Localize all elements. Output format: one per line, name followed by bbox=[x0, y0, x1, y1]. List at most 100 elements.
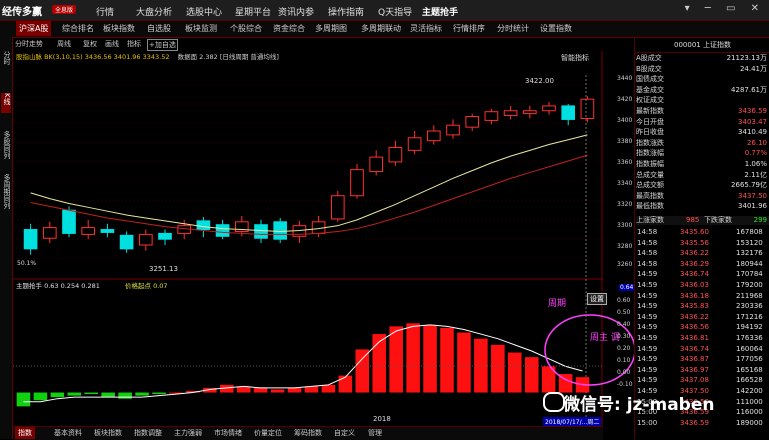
btab-3[interactable]: 指数调整 bbox=[131, 427, 165, 439]
tab-zonghe[interactable]: 综合排名 bbox=[59, 21, 97, 36]
indicator-bar bbox=[423, 324, 437, 393]
tick-price: 3436.74 bbox=[680, 270, 709, 279]
tick-row: 14:58 3435.56 153120 bbox=[636, 239, 769, 248]
candle bbox=[407, 137, 422, 151]
btab-5[interactable]: 市场情绪 bbox=[211, 427, 245, 439]
logo-badge: 全息版 bbox=[52, 5, 77, 14]
tick-vol: 165168 bbox=[736, 365, 763, 374]
quote-value: 24.41万 bbox=[739, 64, 767, 73]
tab-zijin[interactable]: 资金综合 bbox=[270, 21, 308, 36]
quote-row: 指数涨跌 26.10 bbox=[636, 139, 769, 148]
app-logo: 经传多赢 bbox=[2, 7, 42, 18]
tool-huaxian[interactable]: 画线 bbox=[105, 39, 119, 49]
tab-shezhi[interactable]: 设置指数 bbox=[537, 21, 575, 36]
wechat-icon bbox=[543, 392, 565, 412]
add-watchlist-button[interactable]: +加自选 bbox=[147, 39, 178, 51]
tick-time: 14:59 bbox=[637, 355, 658, 364]
tab-tongji[interactable]: 分时统计 bbox=[494, 21, 532, 36]
indicator-bar bbox=[372, 334, 387, 393]
btab-2[interactable]: 板块指数 bbox=[91, 427, 125, 439]
tool-fenshi[interactable]: 分时走势 bbox=[15, 39, 43, 49]
candle bbox=[446, 124, 460, 136]
side-duozhouqi[interactable]: 多周期同列 bbox=[1, 174, 11, 220]
btab-7[interactable]: 筹码指数 bbox=[291, 427, 325, 439]
indicator-bar bbox=[270, 389, 285, 393]
btab-4[interactable]: 主力强弱 bbox=[171, 427, 205, 439]
tick-row: 15:00 3436.59 189000 bbox=[636, 419, 769, 428]
tick-vol: 116000 bbox=[736, 408, 763, 417]
tick-vol: 167808 bbox=[736, 228, 763, 236]
menu-qtian[interactable]: Q天指导 bbox=[378, 5, 412, 18]
tab-duozhouqi[interactable]: 多周期图 bbox=[312, 21, 350, 36]
tab-gegu[interactable]: 个股综合 bbox=[227, 21, 265, 36]
kline-chart[interactable]: 3422.00 3251.13 智能指标 50.1% 主题抢手 0.63 0.2… bbox=[13, 51, 603, 426]
tab-linghuo[interactable]: 灵活指标 bbox=[407, 21, 445, 36]
ind-tick: 0.50 bbox=[617, 309, 631, 316]
tick-vol: 160064 bbox=[736, 344, 763, 353]
tick-vol: 171216 bbox=[736, 312, 763, 321]
tick-price: 3436.22 bbox=[680, 312, 709, 321]
ind-tick: -0.10 bbox=[617, 381, 633, 388]
quote-row: 今日开盘 3403.47 bbox=[636, 118, 769, 127]
btab-6[interactable]: 价量定位 bbox=[251, 427, 285, 439]
btab-9[interactable]: 管理 bbox=[365, 427, 385, 439]
quote-label: 指数涨幅 bbox=[636, 149, 664, 158]
tool-zhouxian[interactable]: 周线 bbox=[57, 39, 71, 49]
tool-fuquan[interactable]: 复权 bbox=[83, 39, 97, 49]
tab-liandong[interactable]: 多周期联动 bbox=[358, 21, 404, 36]
tick-vol: 179200 bbox=[736, 281, 763, 289]
quote-value: 1.06% bbox=[744, 160, 767, 168]
tick-price: 3436.03 bbox=[680, 281, 709, 289]
window-controls[interactable]: ▾ ─ ▭ ✕ bbox=[685, 3, 765, 14]
btab-0[interactable]: 指数 bbox=[15, 427, 35, 439]
menu-dapan[interactable]: 大盘分析 bbox=[136, 5, 172, 18]
btab-1[interactable]: 基本资料 bbox=[51, 427, 85, 439]
candle bbox=[350, 169, 364, 197]
down-label: 下跌家数 bbox=[704, 216, 732, 224]
tool-zhibiao[interactable]: 指标 bbox=[127, 39, 141, 49]
menu-caozuo[interactable]: 操作指南 bbox=[328, 5, 364, 18]
tick-vol: 194192 bbox=[736, 323, 763, 332]
menu-zixun[interactable]: 资讯内参 bbox=[278, 5, 314, 18]
quote-label: A股成交 bbox=[636, 54, 662, 62]
price-tick: 3380 bbox=[617, 138, 633, 145]
quote-label: 指数振幅 bbox=[636, 160, 664, 168]
tab-paixu[interactable]: 行情排序 bbox=[450, 21, 488, 36]
tab-jiance[interactable]: 板块监测 bbox=[182, 21, 220, 36]
quote-title: 000001 上证指数 bbox=[635, 38, 769, 53]
tick-vol: 189000 bbox=[736, 418, 763, 427]
chart-toolbar: 分时走势 周线 复权 画线 指标 +加自选 bbox=[13, 38, 603, 51]
quote-label: 今日开盘 bbox=[636, 117, 664, 126]
candle bbox=[81, 227, 96, 235]
quote-label: 最低指数 bbox=[636, 202, 664, 211]
indicator-bar bbox=[524, 357, 539, 393]
menu-hangqing[interactable]: 行情 bbox=[96, 5, 114, 18]
indicator-bar bbox=[474, 338, 488, 393]
tab-bankuai[interactable]: 板块指数 bbox=[100, 21, 138, 36]
side-duogu[interactable]: 多股同列 bbox=[1, 131, 11, 167]
price-tick: 3320 bbox=[617, 201, 633, 208]
ind-tick: 0.00 bbox=[617, 369, 631, 376]
menu-zhuti[interactable]: 主题抢手 bbox=[422, 5, 458, 18]
quote-value: 3410.49 bbox=[738, 128, 767, 137]
tab-zixuan[interactable]: 自选股 bbox=[144, 21, 174, 36]
watermark: 微信号: jz-maben bbox=[563, 395, 715, 415]
side-kline[interactable]: K线 bbox=[1, 93, 11, 113]
tick-row: 14:59 3436.81 176336 bbox=[636, 334, 769, 343]
quote-row: 指数涨幅 0.77% bbox=[636, 149, 769, 158]
legend-main: 股指山脉 BK(3,10,15) 3436.56 3401.96 3343.52 bbox=[16, 53, 170, 61]
tick-row: 14:59 3436.18 211968 bbox=[636, 292, 769, 301]
indicator-settings-button[interactable]: 设置 bbox=[587, 293, 607, 305]
indicator-bar bbox=[253, 387, 268, 393]
tick-time: 14:58 bbox=[637, 259, 658, 268]
side-fenshi[interactable]: 分时 bbox=[1, 51, 11, 71]
menu-xuangu[interactable]: 选股中心 bbox=[186, 5, 222, 18]
tick-time: 14:59 bbox=[637, 281, 658, 289]
btab-8[interactable]: 自定义 bbox=[331, 427, 358, 439]
tick-row: 14:59 3436.87 177056 bbox=[636, 355, 769, 364]
menu-xingqi[interactable]: 星期平台 bbox=[235, 5, 271, 18]
candle bbox=[522, 110, 537, 115]
price-tick: 3440 bbox=[617, 75, 633, 82]
tick-price: 3436.56 bbox=[680, 323, 709, 332]
tab-hushen[interactable]: 沪深A股 bbox=[16, 21, 52, 36]
